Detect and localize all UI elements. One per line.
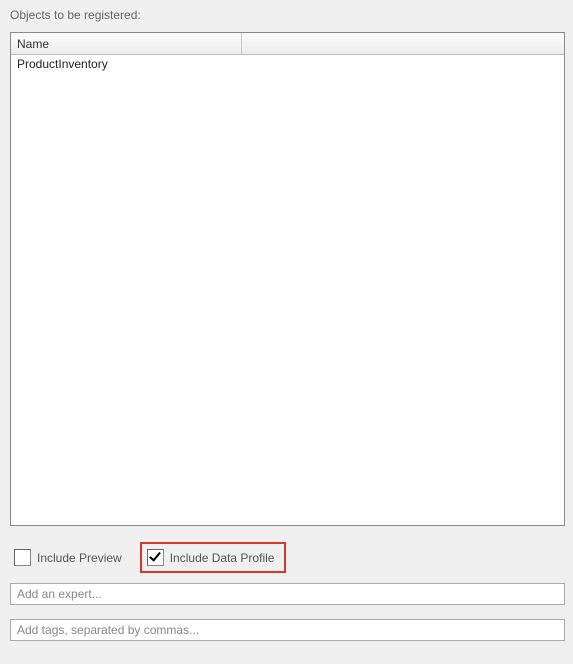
cell-name: ProductInventory (11, 55, 242, 73)
include-preview-checkbox[interactable] (14, 549, 31, 566)
include-preview-label[interactable]: Include Preview (37, 551, 122, 565)
objects-table: Name ProductInventory (10, 32, 565, 526)
column-header-empty[interactable] (242, 33, 564, 54)
table-header: Name (11, 33, 564, 55)
add-tags-input[interactable] (10, 619, 565, 641)
table-row[interactable]: ProductInventory (11, 55, 564, 73)
table-body: ProductInventory (11, 55, 564, 73)
column-header-name[interactable]: Name (11, 33, 242, 54)
include-data-profile-group: Include Data Profile (140, 542, 287, 573)
include-data-profile-checkbox[interactable] (147, 549, 164, 566)
include-data-profile-label[interactable]: Include Data Profile (170, 551, 275, 565)
add-expert-input[interactable] (10, 583, 565, 605)
include-preview-group: Include Preview (10, 547, 126, 568)
section-label: Objects to be registered: (10, 8, 567, 22)
options-row: Include Preview Include Data Profile (10, 542, 567, 573)
